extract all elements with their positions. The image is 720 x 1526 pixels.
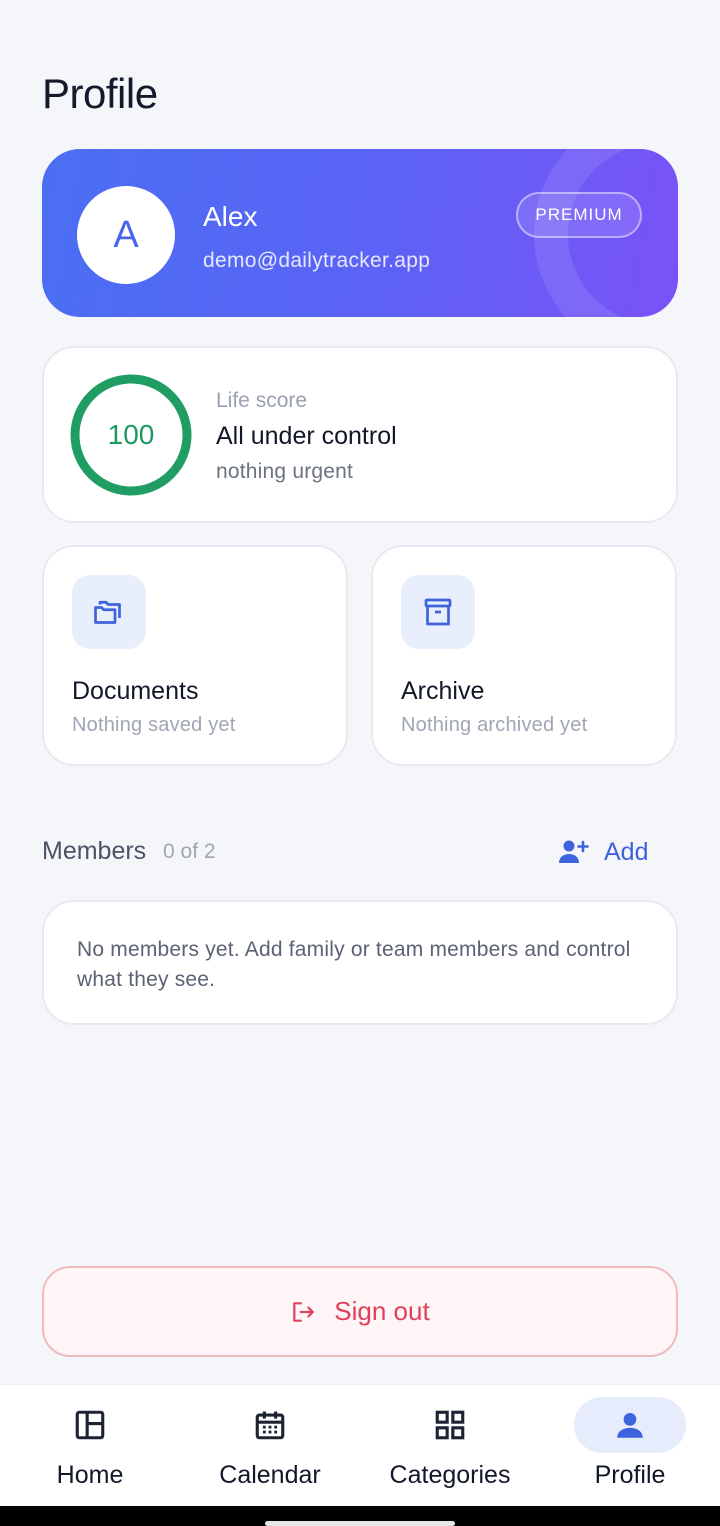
calendar-icon: [214, 1397, 326, 1453]
sign-out-label: Sign out: [334, 1296, 430, 1326]
members-count: 0 of 2: [163, 840, 216, 863]
nav-calendar-label: Calendar: [219, 1461, 321, 1489]
score-value: 100: [107, 419, 155, 450]
documents-subtitle: Nothing saved yet: [72, 714, 236, 736]
add-member-label: Add: [604, 837, 649, 866]
score-subtitle: nothing urgent: [216, 460, 354, 483]
add-member-button[interactable]: Add: [558, 832, 648, 872]
nav-calendar[interactable]: Calendar: [180, 1385, 360, 1507]
sign-out-button[interactable]: Sign out: [42, 1266, 678, 1357]
sign-out-icon: [293, 1301, 315, 1322]
folder-icon: [72, 575, 146, 649]
person-icon: [574, 1397, 686, 1453]
score-title: All under control: [216, 422, 397, 450]
avatar[interactable]: A: [77, 186, 175, 284]
bottom-navigation: Home Calendar Categories Profile: [0, 1384, 720, 1506]
members-empty-card: No members yet. Add family or team membe…: [42, 900, 678, 1025]
documents-title: Documents: [72, 677, 199, 705]
archive-tile[interactable]: Archive Nothing archived yet: [371, 545, 677, 766]
profile-screen: Profile A Alex demo@dailytracker.app PRE…: [0, 0, 720, 1526]
profile-card[interactable]: A Alex demo@dailytracker.app PREMIUM: [42, 149, 678, 317]
nav-profile-label: Profile: [594, 1461, 666, 1489]
archive-title: Archive: [401, 677, 485, 705]
add-person-icon: [559, 840, 589, 863]
profile-email: demo@dailytracker.app: [203, 249, 431, 272]
score-label: Life score: [216, 389, 308, 412]
profile-name: Alex: [203, 201, 258, 232]
members-empty-text: No members yet. Add family or team membe…: [77, 938, 631, 991]
premium-badge: PREMIUM: [516, 192, 642, 238]
home-layout-icon: [34, 1397, 146, 1453]
nav-profile[interactable]: Profile: [540, 1385, 720, 1507]
nav-categories[interactable]: Categories: [360, 1385, 540, 1507]
nav-categories-label: Categories: [389, 1461, 511, 1489]
archive-icon: [401, 575, 475, 649]
archive-subtitle: Nothing archived yet: [401, 714, 588, 736]
documents-tile[interactable]: Documents Nothing saved yet: [42, 545, 348, 766]
nav-home-label: Home: [56, 1461, 124, 1489]
nav-home[interactable]: Home: [0, 1385, 180, 1507]
members-heading: Members: [42, 837, 147, 865]
gesture-handle[interactable]: [265, 1521, 455, 1526]
grid-icon: [394, 1397, 506, 1453]
page-title: Profile: [42, 70, 158, 117]
life-score-card[interactable]: 100 Life score All under control nothing…: [42, 346, 678, 523]
